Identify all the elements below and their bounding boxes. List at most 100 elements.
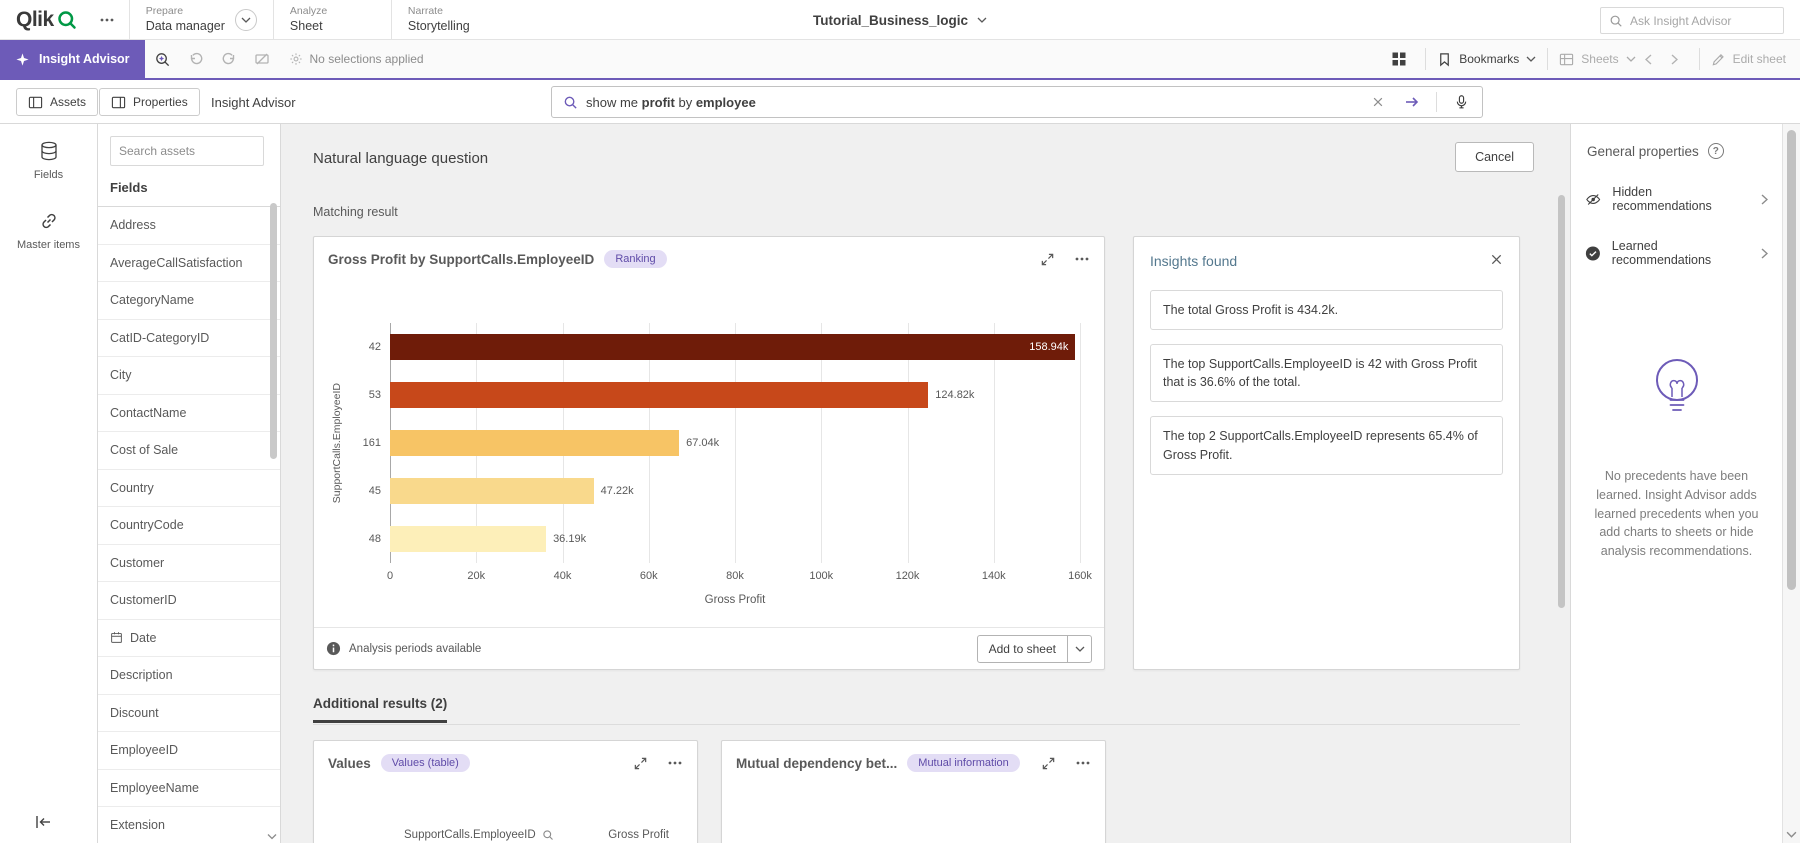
chart-footer: Analysis periods available Add to sheet	[314, 627, 1104, 669]
field-item-catid-categoryid[interactable]: CatID-CategoryID	[98, 320, 280, 358]
bar-value-label: 47.22k	[601, 485, 634, 497]
help-icon[interactable]: ?	[1708, 143, 1724, 159]
bar-53[interactable]	[390, 382, 928, 408]
chart-card: Gross Profit by SupportCalls.EmployeeID …	[313, 236, 1105, 670]
values-menu-button[interactable]	[667, 755, 683, 771]
values-table-header: SupportCalls.EmployeeID Gross Profit	[314, 829, 697, 841]
main-scrollbar[interactable]	[1558, 195, 1565, 608]
mutual-information-badge: Mutual information	[907, 754, 1020, 772]
voice-input-button[interactable]	[1448, 89, 1474, 115]
bar-48[interactable]	[390, 526, 546, 552]
field-item-city[interactable]: City	[98, 357, 280, 395]
nlq-text[interactable]: show me profit by employee	[586, 95, 1357, 110]
global-menu-button[interactable]	[85, 0, 129, 39]
y-tick-label: 161	[346, 419, 390, 467]
sheets-icon	[1559, 52, 1574, 67]
field-item-categoryname[interactable]: CategoryName	[98, 282, 280, 320]
nlq-search-box[interactable]: show me profit by employee	[551, 86, 1483, 118]
field-item-address[interactable]: Address	[98, 207, 280, 245]
scroll-down-icon[interactable]	[1786, 831, 1797, 838]
page-scrollbar[interactable]	[1782, 124, 1800, 843]
edit-sheet-button[interactable]: Edit sheet	[1711, 52, 1786, 67]
properties-panel-toggle[interactable]: Properties	[99, 88, 200, 116]
field-item-extension[interactable]: Extension	[98, 807, 280, 843]
input-separator	[1436, 92, 1437, 112]
smart-search-button[interactable]	[148, 44, 178, 74]
mutual-card-title: Mutual dependency bet...	[736, 756, 897, 771]
grid-icon	[1391, 51, 1407, 67]
chevron-down-icon	[977, 17, 987, 23]
more-options-icon	[1074, 251, 1090, 267]
page-title: Natural language question	[313, 150, 488, 167]
field-item-countrycode[interactable]: CountryCode	[98, 507, 280, 545]
nav-analyze-sheet[interactable]: Analyze Sheet	[273, 0, 391, 39]
field-label: CustomerID	[110, 593, 177, 607]
bar-45[interactable]	[390, 478, 594, 504]
assets-scrollbar[interactable]	[270, 203, 277, 459]
field-label: Description	[110, 668, 173, 682]
scrollbar-thumb[interactable]	[1787, 130, 1796, 590]
expand-values-button[interactable]	[633, 756, 648, 771]
link-icon	[38, 210, 60, 232]
scroll-down-icon[interactable]	[267, 833, 277, 840]
bar-42[interactable]: 158.94k	[390, 334, 1075, 360]
insight-advisor-button[interactable]: Insight Advisor	[0, 40, 145, 78]
field-item-contactname[interactable]: ContactName	[98, 395, 280, 433]
nav-section-label: Prepare	[146, 5, 225, 18]
add-to-sheet-button[interactable]: Add to sheet	[977, 635, 1092, 663]
previous-sheet-button[interactable]	[1638, 48, 1660, 70]
clear-selections-button[interactable]	[247, 44, 277, 74]
add-to-sheet-label: Add to sheet	[978, 636, 1067, 662]
ask-insight-advisor-input[interactable]: Ask Insight Advisor	[1600, 7, 1784, 34]
insight-item[interactable]: The top 2 SupportCalls.EmployeeID repres…	[1150, 416, 1503, 474]
field-label: ContactName	[110, 406, 186, 420]
field-item-customer[interactable]: Customer	[98, 545, 280, 583]
expand-mutual-button[interactable]	[1041, 756, 1056, 771]
selections-back-button[interactable]	[181, 44, 211, 74]
bookmark-icon	[1437, 52, 1452, 67]
cancel-button[interactable]: Cancel	[1455, 142, 1534, 172]
nav-narrate-storytelling[interactable]: Narrate Storytelling	[391, 0, 509, 39]
hidden-recommendations-row[interactable]: Hidden recommendations	[1571, 172, 1782, 226]
close-insights-button[interactable]	[1490, 253, 1503, 266]
field-item-employeename[interactable]: EmployeeName	[98, 770, 280, 808]
chart-menu-button[interactable]	[1074, 251, 1090, 267]
app-title-menu[interactable]: Tutorial_Business_logic	[813, 0, 987, 40]
column-search-icon[interactable]	[542, 829, 554, 841]
mutual-menu-button[interactable]	[1075, 755, 1091, 771]
expand-icon	[1040, 252, 1055, 267]
field-item-customerid[interactable]: CustomerID	[98, 582, 280, 620]
rail-item-master-items[interactable]: Master items	[0, 194, 97, 264]
submit-query-button[interactable]	[1399, 89, 1425, 115]
arrow-right-icon	[1404, 94, 1420, 110]
expand-chart-button[interactable]	[1040, 252, 1055, 267]
selections-forward-button[interactable]	[214, 44, 244, 74]
insight-advisor-label: Insight Advisor	[39, 52, 130, 66]
insight-item[interactable]: The total Gross Profit is 434.2k.	[1150, 290, 1503, 330]
field-item-employeeid[interactable]: EmployeeID	[98, 732, 280, 770]
field-item-country[interactable]: Country	[98, 470, 280, 508]
field-item-discount[interactable]: Discount	[98, 695, 280, 733]
expand-icon	[1041, 756, 1056, 771]
learned-recommendations-row[interactable]: Learned recommendations	[1571, 226, 1782, 280]
next-sheet-button[interactable]	[1664, 48, 1686, 70]
chart-suggestions-button[interactable]	[1384, 44, 1414, 74]
tab-additional-results[interactable]: Additional results (2)	[313, 696, 447, 723]
field-item-cost-of-sale[interactable]: Cost of Sale	[98, 432, 280, 470]
field-item-averagecallsatisfaction[interactable]: AverageCallSatisfaction	[98, 245, 280, 283]
add-to-sheet-dropdown[interactable]	[1067, 636, 1091, 662]
collapse-panel-button[interactable]	[34, 813, 52, 831]
field-item-description[interactable]: Description	[98, 657, 280, 695]
nav-prepare-data-manager[interactable]: Prepare Data manager	[129, 0, 273, 39]
data-manager-dropdown-button[interactable]	[235, 9, 257, 31]
sheets-menu[interactable]: Sheets	[1559, 52, 1635, 67]
search-assets-input[interactable]: Search assets	[110, 136, 264, 166]
insight-item[interactable]: The top SupportCalls.EmployeeID is 42 wi…	[1150, 344, 1503, 402]
rail-item-fields[interactable]: Fields	[0, 124, 97, 194]
bar-value-label: 67.04k	[686, 437, 719, 449]
bookmarks-menu[interactable]: Bookmarks	[1437, 52, 1536, 67]
assets-panel-toggle[interactable]: Assets	[16, 88, 98, 116]
clear-query-button[interactable]	[1365, 89, 1391, 115]
bar-161[interactable]	[390, 430, 679, 456]
field-item-date[interactable]: Date	[98, 620, 280, 658]
